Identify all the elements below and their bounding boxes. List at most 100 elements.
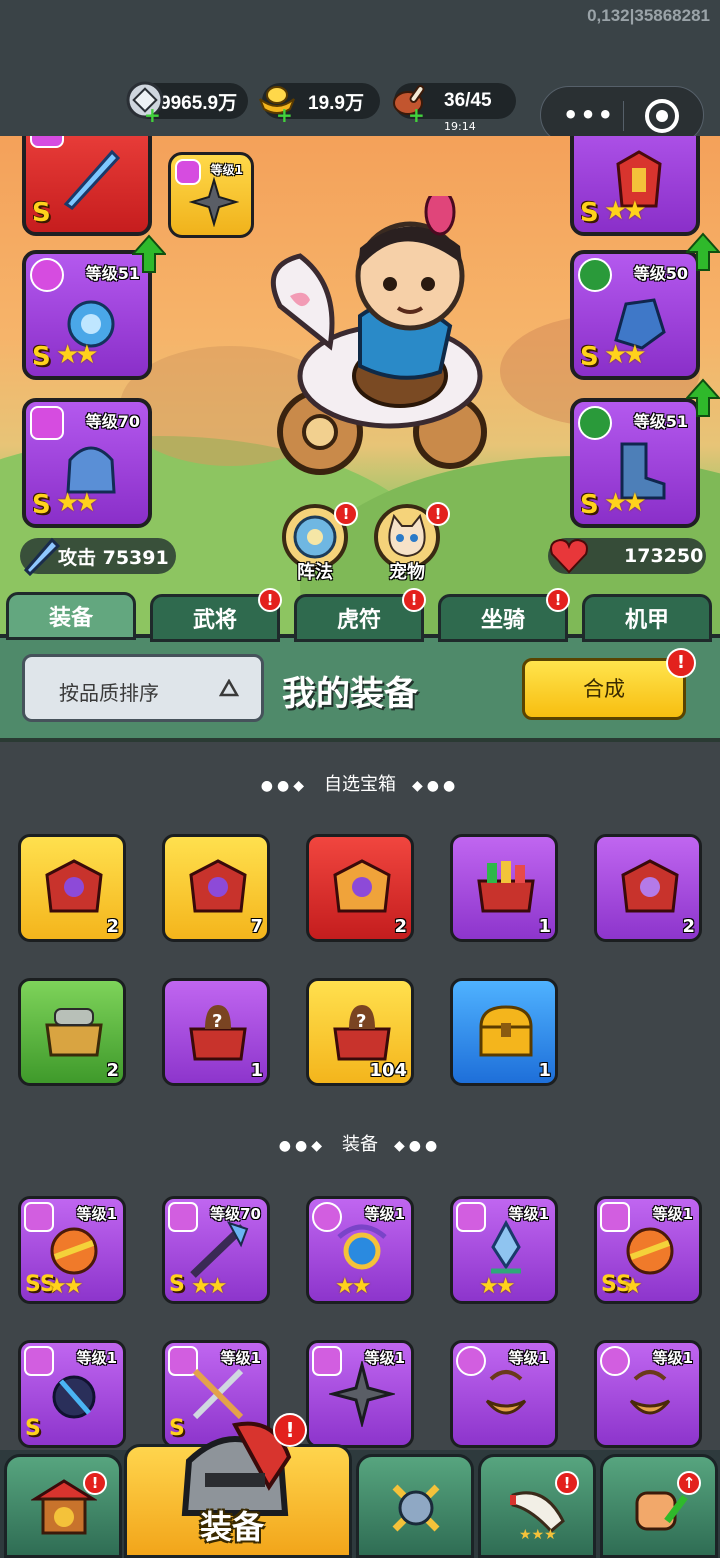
upgrade-badge-icon: ↑	[677, 1471, 701, 1495]
chest-icon	[45, 1008, 103, 1057]
grade-label: S	[169, 1272, 185, 1297]
divider-dots: ◆●●	[412, 778, 460, 794]
chest-item[interactable]: 7	[162, 834, 270, 942]
equipment-item[interactable]: 等级1	[450, 1340, 558, 1448]
equip-slot-accessory[interactable]: 等级50 S ★★	[570, 250, 700, 380]
alert-badge: !	[83, 1471, 107, 1495]
formation-button[interactable]: 阵法 !	[282, 502, 358, 583]
item-count: 7	[250, 916, 263, 937]
pet-label: 宠物	[389, 562, 425, 583]
tab-label: 装备	[48, 606, 93, 631]
equip-slot-dart[interactable]: 等级1	[168, 152, 254, 238]
nav-battle-button[interactable]	[356, 1454, 474, 1558]
tab-label: 武将	[192, 608, 237, 633]
alert-badge: !	[555, 1471, 579, 1495]
upgrade-arrow-icon	[686, 232, 720, 271]
equipment-item[interactable]: 等级1 ★★	[306, 1196, 414, 1304]
grade-label: S	[32, 342, 51, 372]
cat-icon	[388, 514, 426, 558]
tab-equipment[interactable]: 装备	[6, 592, 136, 640]
equipment-item[interactable]: 等级1 SS ★★	[18, 1196, 126, 1304]
chest-icon	[45, 859, 103, 913]
gold-resource[interactable]: + 19.9万	[259, 83, 380, 127]
grade-label: S	[25, 1416, 41, 1441]
formation-label: 阵法	[297, 562, 333, 583]
svg-text:?: ?	[356, 1011, 366, 1032]
star-rating: ★	[623, 1274, 643, 1299]
crossed-swords-shield-icon	[392, 1484, 440, 1532]
nav-equipment-label: 装备	[200, 1508, 265, 1546]
hero-character[interactable]	[250, 196, 510, 476]
equipment-item[interactable]: 等级1 SS ★	[594, 1196, 702, 1304]
star-rating: ★★	[47, 1274, 83, 1299]
nav-horn-button[interactable]: ★★★ !	[478, 1454, 596, 1558]
slot-level: 等级50	[633, 264, 688, 283]
tab-label: 虎符	[336, 608, 381, 633]
svg-text:★★★: ★★★	[519, 1527, 557, 1541]
star-rating: ★★	[56, 488, 99, 518]
nav-upgrade-button[interactable]: ↑	[600, 1454, 718, 1558]
chest-item[interactable]: ? 104	[306, 978, 414, 1086]
equipment-item[interactable]: 等级1 S	[18, 1340, 126, 1448]
star-rating: ★★	[604, 488, 647, 518]
close-target-icon[interactable]	[645, 99, 679, 133]
chest-item[interactable]: 2	[18, 978, 126, 1086]
chest-item[interactable]: ? 1	[162, 978, 270, 1086]
equipment-item[interactable]: 等级1	[306, 1340, 414, 1448]
equipment-item[interactable]: 等级1	[594, 1340, 702, 1448]
chest-item[interactable]: 1	[450, 978, 558, 1086]
stamina-value: 36/45	[444, 90, 492, 111]
equip-slot-weapon[interactable]: S	[22, 136, 152, 236]
shuriken-icon	[329, 1361, 395, 1427]
chest-icon	[189, 859, 247, 913]
chest-item[interactable]: 2	[306, 834, 414, 942]
shuriken-icon	[189, 177, 239, 227]
slot-level: 等级1	[210, 163, 243, 177]
add-silver-icon[interactable]: +	[144, 103, 161, 127]
equip-slot-armor[interactable]: S ★★	[570, 136, 700, 236]
equip-slot-boots[interactable]: 等级51 S ★★	[570, 398, 700, 528]
alert-badge: !	[258, 588, 282, 612]
formation-icon	[293, 515, 337, 559]
sort-label: 按品质排序	[59, 681, 159, 705]
nav-shop-button[interactable]: !	[4, 1454, 122, 1558]
tab-mecha[interactable]: 机甲	[582, 594, 712, 642]
combine-label: 合成	[583, 677, 625, 701]
attack-value: 攻击 75391	[58, 546, 169, 569]
equipment-item[interactable]: 等级70 S ★★	[162, 1196, 270, 1304]
equipment-section-header: ●●◆ 装备 ◆●●	[0, 1130, 720, 1156]
combine-button[interactable]: 合成	[522, 658, 686, 720]
chest-icon	[333, 859, 391, 913]
gold-value: 19.9万	[308, 92, 364, 114]
chest-item[interactable]: 2	[594, 834, 702, 942]
add-gold-icon[interactable]: +	[276, 103, 293, 127]
divider-dots: ●●◆	[260, 778, 308, 794]
star-rating: ★★	[335, 1274, 371, 1299]
alert-badge: !	[666, 648, 696, 678]
mystery-chest-icon: ?	[333, 1005, 391, 1061]
stamina-resource[interactable]: + 36/45 19:14	[393, 83, 516, 133]
page-title: 我的装备	[282, 674, 418, 714]
star-rating: ★★	[191, 1274, 227, 1299]
item-count: 1	[538, 1060, 551, 1081]
chest-item[interactable]: 1	[450, 834, 558, 942]
alert-badge: !	[273, 1413, 307, 1447]
sort-dropdown[interactable]: 按品质排序	[22, 654, 264, 722]
chest-item[interactable]: 2	[18, 834, 126, 942]
upgrade-arrow-icon	[132, 234, 166, 273]
add-stamina-icon[interactable]: +	[408, 103, 425, 127]
tab-label: 机甲	[624, 608, 669, 633]
equip-slot-helmet[interactable]: 等级70 S ★★	[22, 398, 152, 528]
slot-level: 等级70	[85, 412, 140, 431]
svg-text:?: ?	[212, 1011, 222, 1032]
more-icon[interactable]: •••	[563, 101, 615, 129]
silver-resource[interactable]: + 9965.9万	[126, 81, 248, 127]
pet-button[interactable]: 宠物 !	[374, 502, 450, 583]
divider-dots: ◆●●	[394, 1138, 442, 1154]
crescent-amulet-icon	[485, 1370, 527, 1415]
star-rating: ★★	[604, 340, 647, 370]
grade-label: S	[580, 198, 599, 228]
crescent-amulet-icon	[629, 1370, 671, 1415]
hp-stat: 173250	[548, 538, 706, 574]
equipment-item[interactable]: 等级1 ★★	[450, 1196, 558, 1304]
